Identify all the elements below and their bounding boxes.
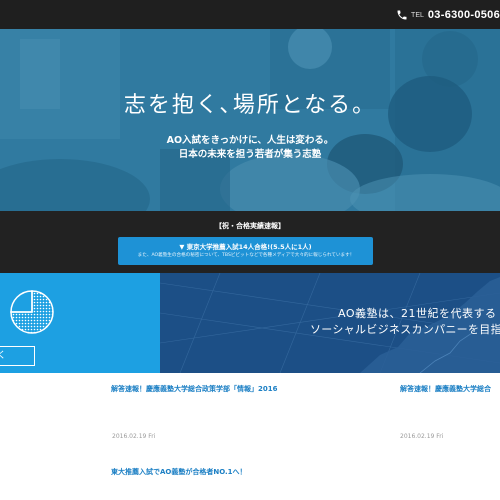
hero-subtitle-2: 日本の未来を担う若者が集う志塾 bbox=[178, 149, 322, 160]
header-bar: TEL 03-6300-0506 bbox=[0, 0, 500, 29]
article-title[interactable]: 東大推薦入試でAO義塾が合格者NO.1へ！ bbox=[111, 467, 247, 477]
banner-right-line1: AO義塾は、21世紀を代表する bbox=[338, 307, 497, 320]
phone-number: 03-6300-0506 bbox=[427, 9, 500, 21]
news-main-text: ▼ 東京大学推薦入試14人合格!(5.5人に1人) bbox=[179, 243, 312, 251]
hero-section: 志を抱く､場所となる。 AO入試をきっかけに、人生は変わる。 日本の未来を担う若… bbox=[0, 29, 500, 211]
news-heading: 【祝・合格実績速報】 bbox=[215, 222, 285, 230]
hero-overlay bbox=[0, 29, 500, 211]
phone-icon bbox=[397, 10, 407, 20]
news-band: 【祝・合格実績速報】 ▼ 東京大学推薦入試14人合格!(5.5人に1人) また、… bbox=[0, 211, 500, 273]
news-detail-text: また、AO義塾生の合格の秘密について、TBSビビットなどで各種メディアで大々的に… bbox=[137, 253, 355, 258]
phone-contact[interactable]: TEL 03-6300-0506 bbox=[396, 8, 500, 22]
news-link-box[interactable]: ▼ 東京大学推薦入試14人合格!(5.5人に1人) また、AO義塾生の合格の秘密… bbox=[118, 237, 373, 265]
banner-right-line2: ソーシャルビジネスカンパニーを目指し bbox=[310, 323, 500, 336]
article-date: 2016.02.19 Fri bbox=[400, 433, 444, 440]
hero-tagline: 志を抱く､場所となる。 bbox=[123, 93, 377, 118]
phone-label: TEL bbox=[411, 11, 424, 19]
banner-left-button[interactable]: く bbox=[0, 346, 35, 366]
article-date: 2016.02.19 Fri bbox=[112, 433, 156, 440]
article-title[interactable]: 解答速報！慶應義塾大学総合政策学部「情報」2016 bbox=[111, 384, 277, 394]
pie-chart-icon bbox=[10, 290, 54, 334]
hero-subtitle-1: AO入試をきっかけに、人生は変わる。 bbox=[166, 135, 334, 146]
article-title[interactable]: 解答速報！慶應義塾大学総合 bbox=[400, 384, 491, 394]
